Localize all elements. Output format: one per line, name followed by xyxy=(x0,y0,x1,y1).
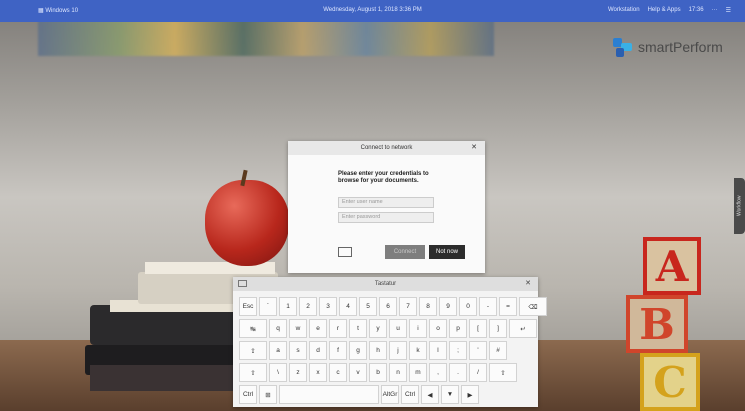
keyboard-key[interactable]: Ctrl xyxy=(401,385,419,404)
keyboard-key[interactable]: - xyxy=(479,297,497,316)
connect-dialog: Connect to network ✕ Please enter your c… xyxy=(288,141,485,273)
keyboard-row-space: Ctrl ⊞ AltGr Ctrl ◀ ▼ ▶ xyxy=(239,385,532,404)
not-now-button[interactable]: Not now xyxy=(429,245,465,259)
remember-checkbox[interactable] xyxy=(338,247,352,257)
keyboard-key[interactable]: ↵ xyxy=(509,319,537,338)
keyboard-key[interactable]: 3 xyxy=(319,297,337,316)
keyboard-key[interactable]: s xyxy=(289,341,307,360)
dialog-title: Connect to network xyxy=(360,145,413,151)
more-icon[interactable]: ··· xyxy=(712,7,718,14)
keyboard-key[interactable]: 2 xyxy=(299,297,317,316)
help-button[interactable]: Help & Apps xyxy=(648,7,681,14)
keyboard-key[interactable]: [ xyxy=(469,319,487,338)
connect-button[interactable]: Connect xyxy=(385,245,425,259)
keyboard-key[interactable]: ; xyxy=(449,341,467,360)
keyboard-key[interactable]: \ xyxy=(269,363,287,382)
keyboard-row-home: ⇪ a s d f g h j k l; ' # xyxy=(239,341,532,360)
keyboard-key[interactable]: c xyxy=(329,363,347,382)
keyboard-key[interactable]: y xyxy=(369,319,387,338)
workflow-side-tab[interactable]: Workflow xyxy=(734,178,745,234)
keyboard-key[interactable]: ' xyxy=(469,341,487,360)
keyboard-key[interactable]: ] xyxy=(489,319,507,338)
keyboard-grip-icon[interactable] xyxy=(238,280,247,287)
keyboard-key[interactable]: 9 xyxy=(439,297,457,316)
keyboard-key[interactable]: ⇪ xyxy=(239,341,267,360)
clock-label: 17:36 xyxy=(688,7,704,13)
keyboard-key[interactable]: 8 xyxy=(419,297,437,316)
keyboard-key[interactable]: 6 xyxy=(379,297,397,316)
keyboard-row-bottom: ⇧ \ z x c v b n m,. / ⇧ xyxy=(239,363,532,382)
keyboard-key[interactable]: 0 xyxy=(459,297,477,316)
keyboard-key[interactable]: ⇧ xyxy=(239,363,267,382)
keyboard-key[interactable]: ▼ xyxy=(441,385,459,404)
keyboard-key[interactable]: o xyxy=(429,319,447,338)
keyboard-key[interactable]: AltGr xyxy=(381,385,399,404)
background-block-c: C xyxy=(640,353,700,411)
keyboard-key[interactable]: = xyxy=(499,297,517,316)
keyboard-key[interactable]: ⊞ xyxy=(259,385,277,404)
smartperform-logo: smartPerform xyxy=(613,34,723,60)
close-icon[interactable]: ✕ xyxy=(471,141,477,155)
onscreen-keyboard: Tastatur ✕ Esc ` 1 2 3 4 5 6 7 8 9 0- = ⌫ ↹ q w e r t y u i o p… xyxy=(233,277,547,407)
keyboard-key[interactable]: / xyxy=(469,363,487,382)
keyboard-key[interactable]: f xyxy=(329,341,347,360)
dialog-message: Please enter your credentials to browse … xyxy=(338,171,429,184)
keyboard-key[interactable]: 1 xyxy=(279,297,297,316)
close-icon[interactable]: ✕ xyxy=(525,277,531,291)
keyboard-key[interactable]: 7 xyxy=(399,297,417,316)
keyboard-key[interactable]: r xyxy=(329,319,347,338)
keyboard-key[interactable]: ` xyxy=(259,297,277,316)
keyboard-key[interactable]: k xyxy=(409,341,427,360)
background-block-b: B xyxy=(626,295,688,353)
keyboard-key[interactable]: Ctrl xyxy=(239,385,257,404)
background-block-a: A xyxy=(643,237,701,295)
keyboard-row-numbers: Esc ` 1 2 3 4 5 6 7 8 9 0- = ⌫ xyxy=(239,297,547,316)
keyboard-key[interactable]: m xyxy=(409,363,427,382)
keyboard-key[interactable]: g xyxy=(349,341,367,360)
background-painting xyxy=(38,16,494,56)
keyboard-key[interactable]: e xyxy=(309,319,327,338)
keyboard-key[interactable]: . xyxy=(449,363,467,382)
keyboard-key[interactable]: 5 xyxy=(359,297,377,316)
keyboard-key[interactable]: ◀ xyxy=(421,385,439,404)
keyboard-key[interactable]: w xyxy=(289,319,307,338)
keyboard-key[interactable]: ⌫ xyxy=(519,297,547,316)
keyboard-key[interactable]: j xyxy=(389,341,407,360)
keyboard-key[interactable]: x xyxy=(309,363,327,382)
keyboard-key[interactable]: u xyxy=(389,319,407,338)
keyboard-key[interactable]: h xyxy=(369,341,387,360)
keyboard-key[interactable]: n xyxy=(389,363,407,382)
logo-mark-icon xyxy=(613,36,633,58)
keyboard-key[interactable]: p xyxy=(449,319,467,338)
workstation-button[interactable]: Workstation xyxy=(608,7,640,14)
keyboard-key[interactable]: i xyxy=(409,319,427,338)
keyboard-key[interactable]: , xyxy=(429,363,447,382)
keyboard-key[interactable] xyxy=(279,385,379,404)
username-input[interactable]: Enter user name xyxy=(338,197,434,208)
keyboard-key[interactable]: ▶ xyxy=(461,385,479,404)
keyboard-key[interactable]: b xyxy=(369,363,387,382)
dialog-title-bar: Connect to network ✕ xyxy=(288,141,485,155)
keyboard-key[interactable]: Esc xyxy=(239,297,257,316)
keyboard-key[interactable]: 4 xyxy=(339,297,357,316)
keyboard-key[interactable]: z xyxy=(289,363,307,382)
keyboard-key[interactable]: v xyxy=(349,363,367,382)
background-apple xyxy=(205,180,289,266)
top-bar: ▦ Windows 10 Wednesday, August 1, 2018 3… xyxy=(0,0,745,22)
logo-text: smartPerform xyxy=(638,39,723,55)
keyboard-key[interactable]: t xyxy=(349,319,367,338)
keyboard-title-bar: Tastatur ✕ xyxy=(233,277,538,291)
top-bar-actions: Workstation Help & Apps 17:36 ··· ☰ xyxy=(608,7,731,14)
keyboard-key[interactable]: d xyxy=(309,341,327,360)
menu-icon[interactable]: ☰ xyxy=(726,7,731,14)
keyboard-row-qwerty: ↹ q w e r t y u i o p[] ↵ xyxy=(239,319,537,338)
keyboard-key[interactable]: ↹ xyxy=(239,319,267,338)
keyboard-title: Tastatur xyxy=(374,281,397,287)
keyboard-key[interactable]: q xyxy=(269,319,287,338)
keyboard-key[interactable]: ⇧ xyxy=(489,363,517,382)
keyboard-key[interactable]: # xyxy=(489,341,507,360)
keyboard-key[interactable]: a xyxy=(269,341,287,360)
password-input[interactable]: Enter password xyxy=(338,212,434,223)
keyboard-key[interactable]: l xyxy=(429,341,447,360)
